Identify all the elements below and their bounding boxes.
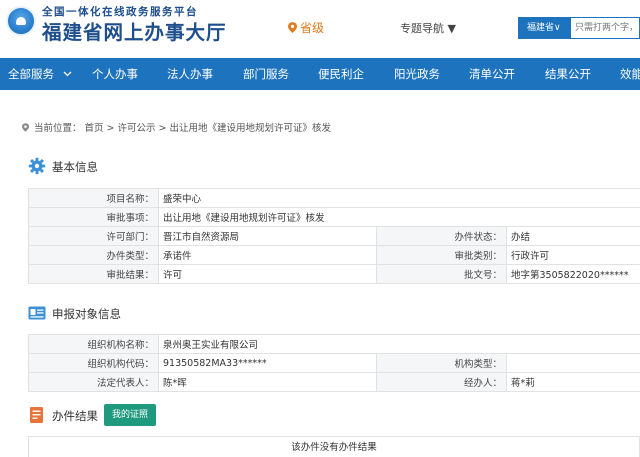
breadcrumb-text: 当前位置： 首页 > 许可公示 > 出让用地《建设用地规划许可证》核发 (34, 123, 332, 134)
field-label: 组织机构名称： (28, 334, 159, 354)
section-title: 基本信息 (52, 160, 98, 174)
gear-icon (28, 157, 46, 175)
table-row: 项目名称： 盛荣中心 (28, 188, 640, 208)
location-pin-icon (22, 123, 29, 132)
org-type-value (506, 353, 640, 373)
approval-category-value: 行政许可 (506, 245, 640, 265)
field-label: 批文号： (376, 264, 507, 284)
doc-no-value: 地字第3505822020****** (506, 264, 640, 284)
result-value: 许可 (158, 264, 377, 284)
site-header: 全国一体化在线政务服务平台 福建省网上办事大厅 省级 专题导航 ▼ 福建省∨ (0, 0, 640, 58)
site-title[interactable]: 福建省网上办事大厅 (42, 16, 227, 45)
approval-item-value: 出让用地《建设用地规划许可证》核发 (158, 207, 640, 227)
field-label: 审批结果： (28, 264, 159, 284)
search-input[interactable] (573, 18, 640, 38)
main-nav: 全部服务 个人办事 法人办事 部门服务 便民利企 阳光政务 清单公开 结果公开 … (0, 58, 640, 90)
site-logo[interactable] (6, 6, 36, 36)
nav-list-disclosure[interactable]: 清单公开 (469, 58, 515, 90)
table-row: 法定代表人： 陈*晖 经办人： 蒋*莉 (28, 372, 640, 392)
dept-value: 晋江市自然资源局 (158, 226, 377, 246)
nav-all-services[interactable]: 全部服务 (8, 58, 72, 90)
nav-efficiency[interactable]: 效能 (620, 58, 640, 90)
nav-corporate[interactable]: 法人办事 (167, 58, 213, 90)
org-code-value: 91350582MA33****** (158, 353, 377, 373)
field-label: 法定代表人： (28, 372, 159, 392)
location-label: 省级 (300, 21, 325, 35)
field-label: 办件类型： (28, 245, 159, 265)
field-label: 机构类型： (376, 353, 507, 373)
nav-item-label: 全部服务 (8, 67, 54, 81)
handler-value: 蒋*莉 (506, 372, 640, 392)
table-row: 审批结果： 许可 批文号： 地字第3505822020****** (28, 264, 640, 284)
table-row: 许可部门： 晋江市自然资源局 办件状态： 办结 (28, 226, 640, 246)
section-title: 办件结果 (52, 409, 98, 423)
field-label: 组织机构代码： (28, 353, 159, 373)
nav-convenience[interactable]: 便民利企 (318, 58, 364, 90)
project-name-value: 盛荣中心 (158, 188, 640, 208)
field-label: 审批事项： (28, 207, 159, 227)
legal-rep-value: 陈*晖 (158, 372, 377, 392)
status-value: 办结 (506, 226, 640, 246)
table-row: 审批事项： 出让用地《建设用地规划许可证》核发 (28, 207, 640, 227)
basic-info-table: 项目名称： 盛荣中心 审批事项： 出让用地《建设用地规划许可证》核发 许可部门：… (28, 188, 640, 284)
nav-department[interactable]: 部门服务 (243, 58, 289, 90)
field-label: 项目名称： (28, 188, 159, 208)
section-title: 申报对象信息 (52, 307, 121, 321)
field-label: 经办人： (376, 372, 507, 392)
location-switch[interactable]: 省级 (288, 19, 324, 36)
my-certificates-button[interactable]: 我的证照 (104, 404, 156, 426)
field-label: 审批类别： (376, 245, 507, 265)
document-icon (30, 407, 43, 423)
search-scope-select[interactable]: 福建省∨ (519, 18, 571, 38)
chevron-down-icon (63, 71, 72, 77)
nav-open-government[interactable]: 阳光政务 (394, 58, 440, 90)
table-row: 组织机构代码： 91350582MA33****** 机构类型： (28, 353, 640, 373)
breadcrumb: 当前位置： 首页 > 许可公示 > 出让用地《建设用地规划许可证》核发 (22, 120, 331, 134)
table-row: 组织机构名称： 泉州奥王实业有限公司 (28, 334, 640, 354)
org-name-value: 泉州奥王实业有限公司 (158, 334, 640, 354)
case-type-value: 承诺件 (158, 245, 377, 265)
location-pin-icon (288, 22, 297, 33)
field-label: 许可部门： (28, 226, 159, 246)
field-label: 办件状态： (376, 226, 507, 246)
nav-result-disclosure[interactable]: 结果公开 (545, 58, 591, 90)
search-box: 福建省∨ (518, 17, 640, 39)
id-card-icon (28, 306, 46, 320)
topic-nav-dropdown[interactable]: 专题导航 ▼ (400, 20, 456, 36)
empty-result-message: 该办件没有办件结果 (28, 436, 640, 457)
nav-personal[interactable]: 个人办事 (92, 58, 138, 90)
applicant-info-table: 组织机构名称： 泉州奥王实业有限公司 组织机构代码： 91350582MA33*… (28, 334, 640, 392)
table-row: 办件类型： 承诺件 审批类别： 行政许可 (28, 245, 640, 265)
